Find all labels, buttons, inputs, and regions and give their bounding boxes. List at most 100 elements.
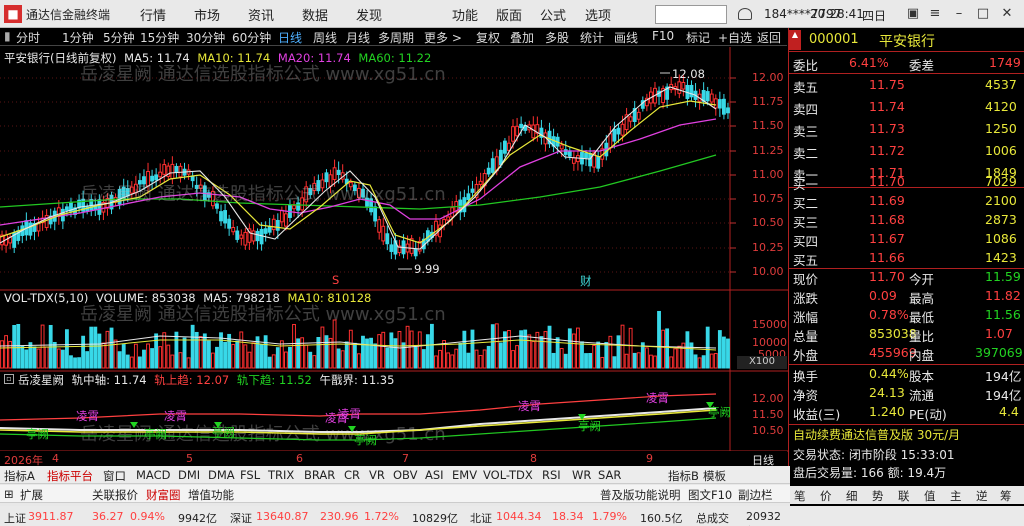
tb-15min[interactable]: 15分钟 (140, 29, 179, 46)
tab-indicator-b[interactable]: 指标B (668, 468, 699, 484)
tab-dma[interactable]: DMA (208, 468, 235, 482)
tb-multi-stock[interactable]: 多股 (545, 29, 569, 46)
link-side-bar[interactable]: 副边栏 (738, 487, 773, 503)
menu-icon[interactable]: ≡ (924, 5, 946, 23)
tab-fsl[interactable]: FSL (240, 468, 260, 482)
tb-adjust[interactable]: 复权 (476, 29, 500, 46)
link-function-guide[interactable]: 普及版功能说明 (600, 487, 681, 503)
tb-mark[interactable]: 标记 (686, 29, 710, 46)
search-input[interactable] (655, 5, 727, 24)
link-f10[interactable]: 图文F10 (688, 487, 732, 503)
ask-price[interactable]: 11.75 (869, 77, 905, 92)
quote-tab[interactable]: 逆 (976, 488, 988, 504)
menu-options[interactable]: 选项 (585, 5, 611, 24)
maximize-icon[interactable]: □ (972, 5, 994, 23)
finance-marker[interactable]: 财 (580, 273, 592, 289)
tab-macd[interactable]: MACD (136, 468, 170, 482)
indicator-toggle-icon[interactable]: ▫ (4, 374, 14, 384)
tb-back[interactable]: 返回 (757, 29, 781, 46)
skin-icon[interactable]: ▣ (902, 5, 924, 23)
tab-indicator-platform[interactable]: 指标平台 (47, 468, 93, 484)
volume-bars (0, 310, 730, 369)
bid-price[interactable]: 11.67 (869, 231, 905, 246)
bid-price[interactable]: 11.70 (869, 174, 905, 189)
quote-tab[interactable]: 笔 (794, 488, 806, 504)
tab-obv[interactable]: OBV (393, 468, 417, 482)
volume-bar (454, 348, 459, 369)
tab-cr[interactable]: CR (344, 468, 360, 482)
tb-add-watch[interactable]: +自选 (718, 29, 752, 46)
quote-tab[interactable]: 值 (924, 488, 936, 504)
tb-intraday[interactable]: 分时 (16, 29, 40, 46)
tb-draw[interactable]: 画线 (614, 29, 638, 46)
bid-price[interactable]: 11.69 (869, 193, 905, 208)
tab-wr[interactable]: WR (572, 468, 591, 482)
tab-emv[interactable]: EMV (452, 468, 477, 482)
signal-s-marker[interactable]: S (332, 273, 339, 287)
ask-price[interactable]: 11.73 (869, 121, 905, 136)
user-icon[interactable] (738, 8, 752, 20)
minimize-icon[interactable]: – (948, 5, 970, 23)
tab-vr[interactable]: VR (369, 468, 385, 482)
close-icon[interactable]: ✕ (996, 5, 1018, 23)
tb-weekly[interactable]: 周线 (313, 29, 337, 46)
menu-market[interactable]: 市场 (194, 5, 220, 24)
tab-vol-tdx[interactable]: VOL-TDX (483, 468, 533, 482)
tb-multi-period[interactable]: 多周期 (378, 29, 414, 46)
tab-value-added[interactable]: 增值功能 (188, 487, 234, 503)
total-label: 总成交 (696, 512, 729, 525)
tb-f10[interactable]: F10 (652, 29, 674, 43)
menu-functions[interactable]: 功能 (452, 5, 478, 24)
menu-layout[interactable]: 版面 (496, 5, 522, 24)
sz-index[interactable]: 13640.87 (256, 510, 309, 523)
bid-price[interactable]: 11.68 (869, 212, 905, 227)
quote-tab[interactable]: 势 (872, 488, 884, 504)
tb-more[interactable]: 更多 > (424, 29, 462, 46)
tb-30min[interactable]: 30分钟 (186, 29, 225, 46)
menu-news[interactable]: 资讯 (248, 5, 274, 24)
quote-tab[interactable]: 主 (950, 488, 962, 504)
menu-data[interactable]: 数据 (302, 5, 328, 24)
ask-price[interactable]: 11.74 (869, 99, 905, 114)
ask-price[interactable]: 11.72 (869, 143, 905, 158)
quote-tab[interactable]: 细 (846, 488, 858, 504)
bid-price[interactable]: 11.66 (869, 250, 905, 265)
tab-wealth-circle[interactable]: 财富圈 (146, 487, 181, 503)
tb-daily[interactable]: 日线 (278, 29, 302, 46)
volume-bar (373, 343, 378, 369)
candle-body (588, 153, 593, 167)
tab-rsi[interactable]: RSI (542, 468, 561, 482)
watermark: 岳凌星阙 通达信选股指标公式 www.xg51.cn (80, 184, 446, 205)
bid-volume: 2873 (985, 212, 1017, 227)
tb-5min[interactable]: 5分钟 (103, 29, 135, 46)
sh-index[interactable]: 3911.87 (28, 510, 74, 523)
tab-window[interactable]: 窗口 (103, 468, 126, 484)
menu-discover[interactable]: 发现 (356, 5, 382, 24)
tab-brar[interactable]: BRAR (304, 468, 335, 482)
promo-link[interactable]: 自动续费通达信普及版 30元/月 (793, 426, 960, 443)
tab-expand[interactable]: 扩展 (20, 487, 43, 503)
volume-bar (340, 350, 345, 369)
tb-overlay[interactable]: 叠加 (510, 29, 534, 46)
quote-tab[interactable]: 联 (898, 488, 910, 504)
tab-indicator-a[interactable]: 指标A (4, 468, 35, 484)
tb-60min[interactable]: 60分钟 (232, 29, 271, 46)
tab-asi[interactable]: ASI (425, 468, 444, 482)
quote-tab[interactable]: 价 (820, 488, 832, 504)
tab-template[interactable]: 模板 (703, 468, 726, 484)
tab-dmi[interactable]: DMI (178, 468, 200, 482)
bz-index[interactable]: 1044.34 (496, 510, 542, 523)
tab-related-quote[interactable]: 关联报价 (92, 487, 138, 503)
volume-indicator-name[interactable]: VOL-TDX(5,10) (4, 291, 88, 305)
menu-quotes[interactable]: 行情 (140, 5, 166, 24)
tb-statistics[interactable]: 统计 (580, 29, 604, 46)
quote-tab[interactable]: 筹 (1000, 488, 1012, 504)
expand-icon[interactable]: ⊞ (4, 487, 14, 501)
tab-sar[interactable]: SAR (598, 468, 621, 482)
tb-1min[interactable]: 1分钟 (62, 29, 94, 46)
menu-formula[interactable]: 公式 (540, 5, 566, 24)
indicator-name[interactable]: 岳凌星阙 (18, 373, 64, 387)
tb-monthly[interactable]: 月线 (346, 29, 370, 46)
tab-trix[interactable]: TRIX (268, 468, 294, 482)
volume-bar (275, 347, 280, 369)
